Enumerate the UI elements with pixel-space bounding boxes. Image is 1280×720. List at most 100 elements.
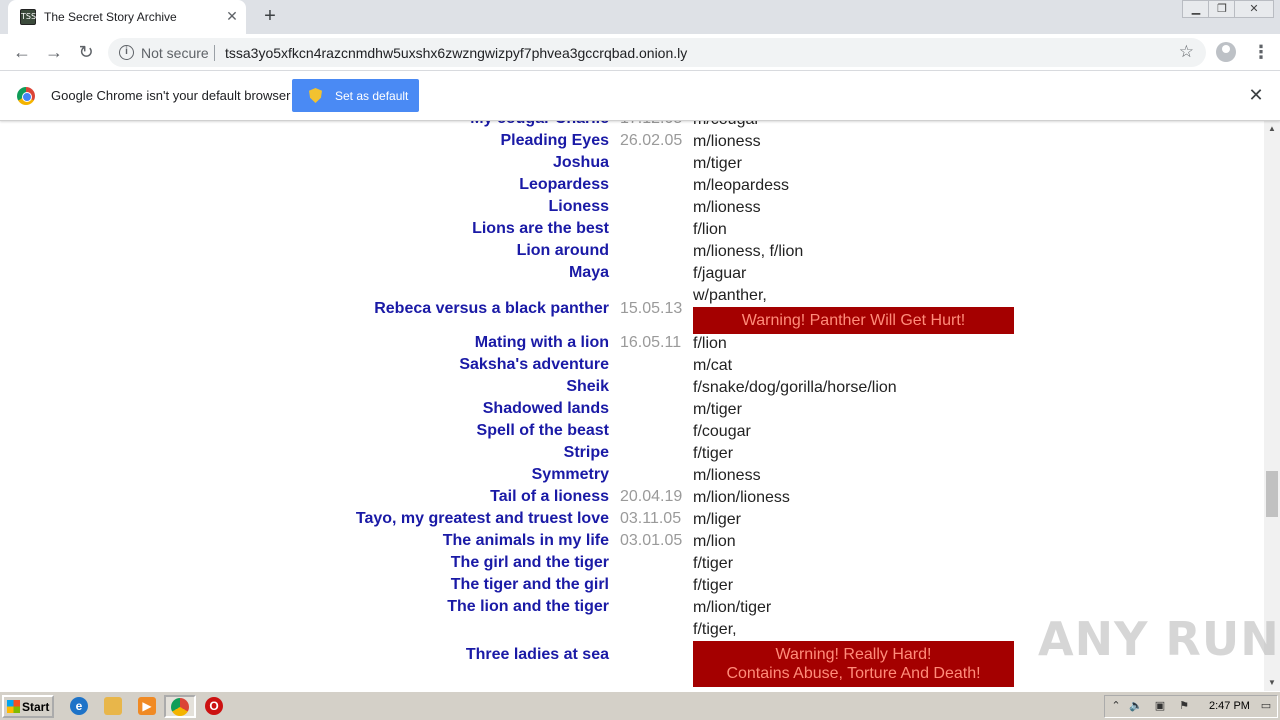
opera-icon[interactable]: O bbox=[205, 697, 223, 715]
story-tags: m/cat bbox=[693, 357, 733, 374]
content-warning-banner: Warning! Panther Will Get Hurt! bbox=[693, 307, 1014, 334]
story-row: Sheik f/snake/dog/gorilla/horse/lion bbox=[0, 377, 1264, 399]
story-date: 20.04.19 bbox=[620, 488, 683, 505]
story-title-link[interactable]: Mating with a lion bbox=[475, 334, 609, 352]
story-title-link[interactable]: Sheik bbox=[566, 378, 609, 396]
story-row: Pleading Eyes 26.02.05 m/lioness bbox=[0, 131, 1264, 153]
content-warning-banner: Warning! Really Hard! Contains Abuse, To… bbox=[693, 641, 1014, 687]
default-browser-infobar: Google Chrome isn't your default browser… bbox=[0, 71, 1280, 121]
story-title-link[interactable]: Pleading Eyes bbox=[501, 132, 610, 150]
reload-button[interactable]: ↻ bbox=[74, 40, 98, 64]
story-row: My cougar Charlie 17.12.05 m/cougar bbox=[0, 121, 1264, 131]
scroll-down-icon[interactable]: ▼ bbox=[1264, 675, 1280, 691]
story-row: Maya f/jaguar bbox=[0, 263, 1264, 285]
story-row: Lion around m/lioness, f/lion bbox=[0, 241, 1264, 263]
profile-avatar-icon[interactable] bbox=[1216, 42, 1236, 62]
story-tags: f/tiger, bbox=[693, 621, 737, 638]
story-title-link[interactable]: Maya bbox=[569, 264, 609, 282]
taskbar-chrome-active[interactable] bbox=[164, 695, 196, 718]
story-title-link[interactable]: Leopardess bbox=[519, 176, 609, 194]
anyrun-watermark: ANY RUN bbox=[1038, 612, 1280, 666]
chrome-taskbar-icon bbox=[171, 698, 189, 716]
story-row: The girl and the tiger f/tiger bbox=[0, 553, 1264, 575]
new-tab-button[interactable]: + bbox=[259, 5, 281, 27]
story-title-link[interactable]: Joshua bbox=[553, 154, 609, 172]
story-tags: f/jaguar bbox=[693, 265, 747, 282]
set-as-default-button[interactable]: Set as default bbox=[292, 79, 419, 112]
minimize-button[interactable]: ▁ bbox=[1182, 0, 1210, 18]
close-window-button[interactable]: ✕ bbox=[1234, 0, 1274, 18]
story-title-link[interactable]: The animals in my life bbox=[443, 532, 609, 550]
story-title-link[interactable]: Saksha's adventure bbox=[459, 356, 609, 374]
story-date: 17.12.05 bbox=[620, 121, 682, 128]
windows-logo-icon bbox=[7, 700, 20, 713]
story-title-link[interactable]: The tiger and the girl bbox=[451, 576, 609, 594]
media-player-icon[interactable]: ▶ bbox=[138, 697, 156, 715]
url-text[interactable]: tssa3yo5xfkcn4razcnmdhw5uxshx6zwzngwizpy… bbox=[225, 45, 687, 61]
tab-close-icon[interactable]: ✕ bbox=[224, 8, 240, 24]
story-title-link[interactable]: Stripe bbox=[564, 444, 609, 462]
browser-toolbar: ← → ↻ i Not secure tssa3yo5xfkcn4razcnmd… bbox=[0, 34, 1280, 71]
story-title-link[interactable]: Lioness bbox=[549, 198, 609, 216]
story-title-link[interactable]: Lions are the best bbox=[472, 220, 609, 238]
security-label[interactable]: Not secure bbox=[141, 45, 209, 61]
story-tags: f/cougar bbox=[693, 423, 751, 440]
story-title-link[interactable]: Rebeca versus a black panther bbox=[374, 300, 609, 318]
show-desktop-icon[interactable]: ▭ bbox=[1259, 699, 1273, 713]
omnibox-divider bbox=[214, 45, 215, 61]
forward-button[interactable]: → bbox=[42, 40, 66, 64]
info-icon[interactable]: i bbox=[119, 45, 134, 60]
bookmark-star-icon[interactable]: ☆ bbox=[1179, 42, 1194, 62]
infobar-close-icon[interactable]: ✕ bbox=[1247, 86, 1265, 104]
infobar-message: Google Chrome isn't your default browser bbox=[51, 88, 291, 103]
taskbar-clock[interactable]: 2:47 PM bbox=[1209, 700, 1250, 712]
scrollbar-thumb[interactable] bbox=[1266, 471, 1278, 517]
internet-explorer-icon[interactable]: e bbox=[70, 697, 88, 715]
story-tags: f/lion bbox=[693, 221, 727, 238]
windows-taskbar: Start e ▶ O ⌃ 🔈 ▣ ⚑ 2:47 PM ▭ bbox=[0, 691, 1280, 720]
vertical-scrollbar[interactable]: ▲ ▼ bbox=[1264, 121, 1280, 691]
restore-button[interactable]: ❐ bbox=[1208, 0, 1236, 18]
story-tags: f/snake/dog/gorilla/horse/lion bbox=[693, 379, 897, 396]
story-row: Leopardess m/leopardess bbox=[0, 175, 1264, 197]
story-row: Spell of the beast f/cougar bbox=[0, 421, 1264, 443]
story-row: Mating with a lion 16.05.11 f/lion bbox=[0, 333, 1264, 355]
story-row: Stripe f/tiger bbox=[0, 443, 1264, 465]
story-tags: f/tiger bbox=[693, 445, 734, 462]
story-date: 03.01.05 bbox=[620, 532, 683, 549]
story-row: Tail of a lioness 20.04.19 m/lion/lioness bbox=[0, 487, 1264, 509]
uac-shield-icon bbox=[309, 88, 322, 103]
story-title-link[interactable]: The lion and the tiger bbox=[447, 598, 609, 616]
story-row: Symmetry m/lioness bbox=[0, 465, 1264, 487]
start-label: Start bbox=[22, 700, 50, 714]
tab-title: The Secret Story Archive bbox=[44, 10, 177, 24]
story-tags: m/liger bbox=[693, 511, 742, 528]
tab-active[interactable]: TSS The Secret Story Archive ✕ bbox=[8, 0, 246, 34]
story-date: 26.02.05 bbox=[620, 132, 683, 149]
story-title-link[interactable]: Three ladies at sea bbox=[466, 646, 609, 664]
story-title-link[interactable]: Symmetry bbox=[532, 466, 609, 484]
back-button[interactable]: ← bbox=[10, 40, 34, 64]
story-title-link[interactable]: Tail of a lioness bbox=[490, 488, 609, 506]
story-tags: m/leopardess bbox=[693, 177, 790, 194]
story-tags: m/lion bbox=[693, 533, 736, 550]
story-title-link[interactable]: Lion around bbox=[517, 242, 609, 260]
story-tags: m/lioness, f/lion bbox=[693, 243, 804, 260]
tray-expand-icon[interactable]: ⌃ bbox=[1109, 699, 1123, 713]
action-center-flag-icon[interactable]: ⚑ bbox=[1177, 699, 1191, 713]
story-title-link[interactable]: Shadowed lands bbox=[483, 400, 609, 418]
address-bar[interactable]: i Not secure tssa3yo5xfkcn4razcnmdhw5uxs… bbox=[108, 38, 1206, 67]
story-title-link[interactable]: Spell of the beast bbox=[477, 422, 609, 440]
tab-strip: TSS The Secret Story Archive ✕ + ▁ ❐ ✕ bbox=[0, 0, 1280, 34]
story-title-link[interactable]: My cougar Charlie bbox=[470, 121, 609, 128]
network-icon[interactable]: ▣ bbox=[1153, 699, 1167, 713]
start-button[interactable]: Start bbox=[2, 695, 54, 718]
scroll-up-icon[interactable]: ▲ bbox=[1264, 121, 1280, 137]
kebab-menu-icon[interactable]: ⋮ bbox=[1252, 41, 1270, 63]
story-tags: w/panther, bbox=[693, 287, 767, 304]
volume-icon[interactable]: 🔈 bbox=[1129, 699, 1143, 713]
story-title-link[interactable]: The girl and the tiger bbox=[451, 554, 609, 572]
story-title-link[interactable]: Tayo, my greatest and truest love bbox=[356, 510, 609, 528]
story-tags: f/lion bbox=[693, 335, 727, 352]
file-explorer-icon[interactable] bbox=[104, 697, 122, 715]
